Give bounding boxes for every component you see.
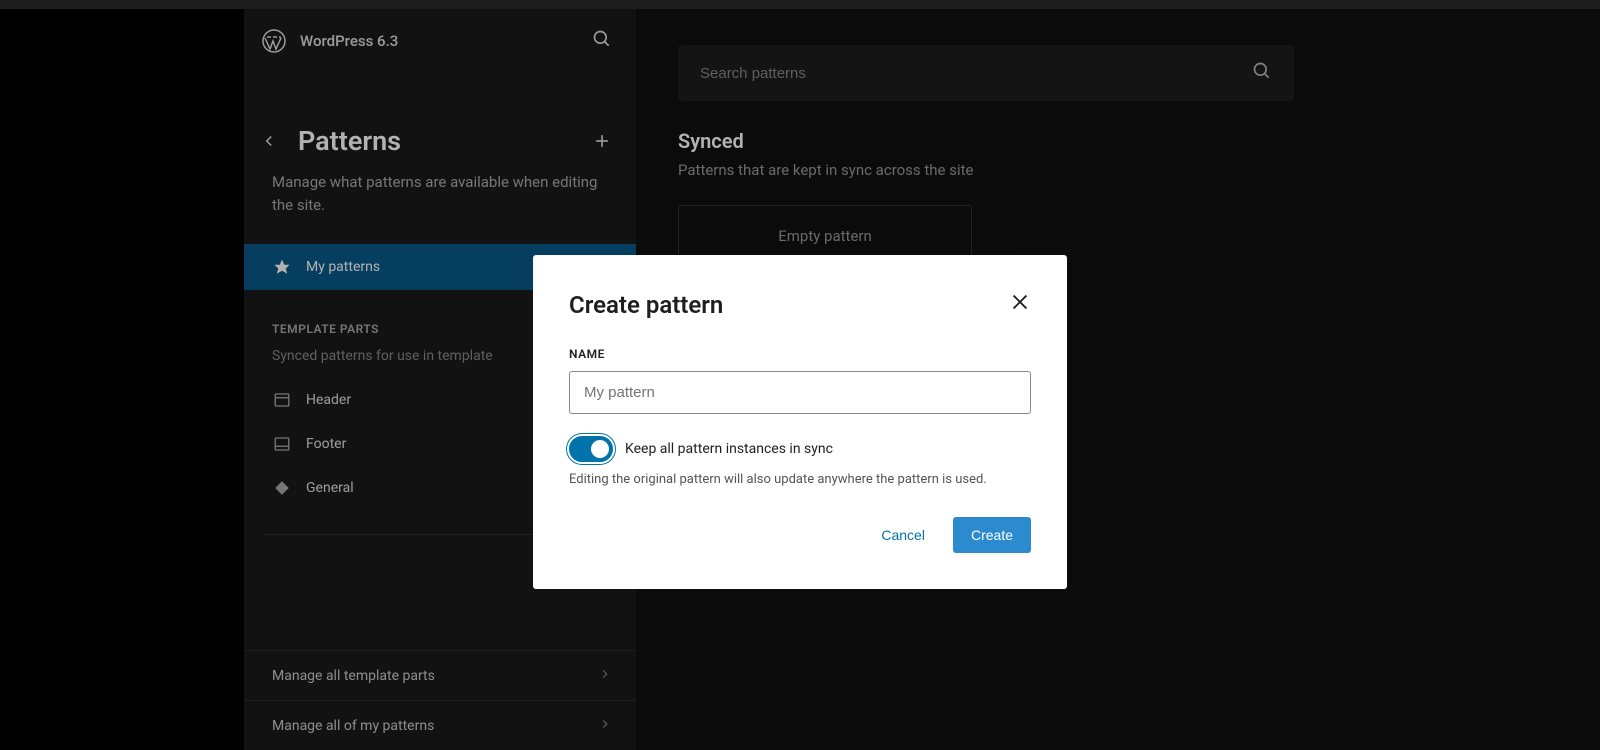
sync-toggle-help: Editing the original pattern will also u… [569, 472, 1031, 487]
modal-overlay[interactable]: Create pattern NAME Keep all pattern ins… [0, 0, 1600, 750]
name-field-label: NAME [569, 347, 1031, 361]
modal-actions: Cancel Create [569, 517, 1031, 553]
create-pattern-modal: Create pattern NAME Keep all pattern ins… [533, 255, 1067, 589]
toggle-knob [591, 440, 609, 458]
close-button[interactable] [1009, 291, 1031, 317]
modal-title: Create pattern [569, 291, 723, 319]
sync-toggle[interactable] [569, 436, 613, 462]
cancel-button[interactable]: Cancel [865, 517, 941, 553]
sync-toggle-label: Keep all pattern instances in sync [625, 441, 833, 457]
create-button[interactable]: Create [953, 517, 1031, 553]
sync-toggle-row: Keep all pattern instances in sync [569, 436, 1031, 462]
pattern-name-input[interactable] [569, 371, 1031, 414]
modal-header: Create pattern [569, 291, 1031, 319]
